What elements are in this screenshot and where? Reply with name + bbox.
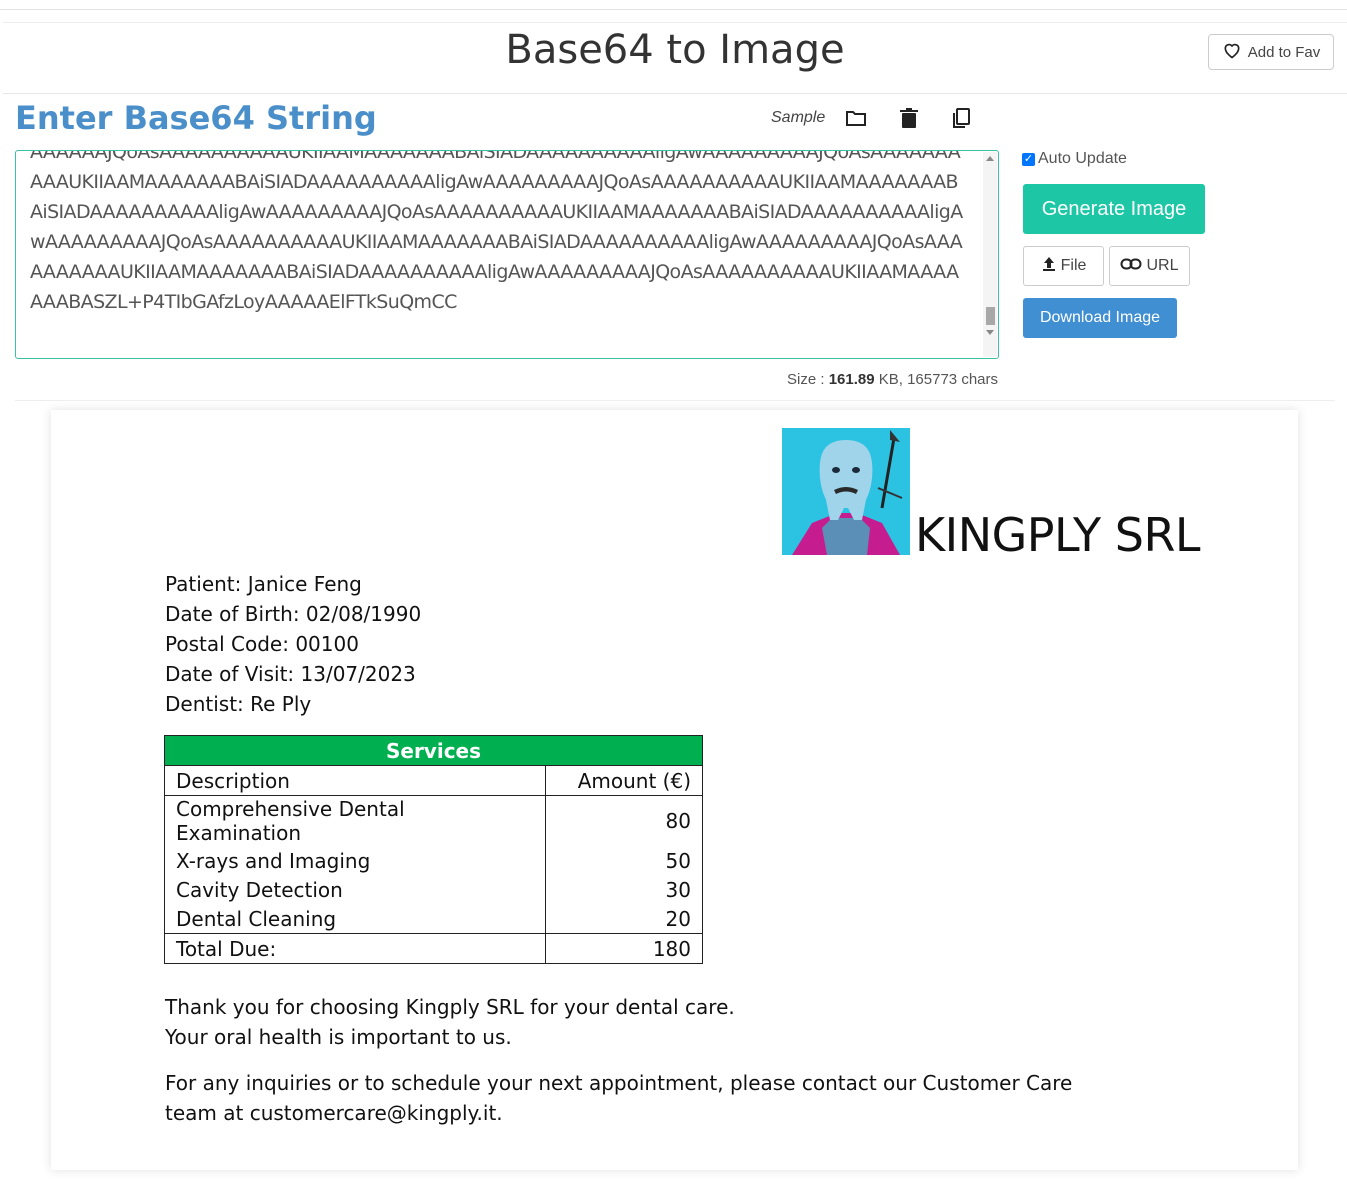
base64-input[interactable]: AAAAAAJQoAsAAAAAAAAAAUKIIAAMAAAAAAABAiSI… <box>15 150 999 359</box>
services-table: Services Description Amount (€) Comprehe… <box>164 735 703 964</box>
trash-icon[interactable] <box>897 106 921 130</box>
service-description: Cavity Detection <box>164 875 546 904</box>
heart-icon <box>1222 40 1242 64</box>
url-button[interactable]: URL <box>1109 246 1190 286</box>
thank-you-line-1: Thank you for choosing Kingply SRL for y… <box>165 995 735 1019</box>
section-title: Enter Base64 String <box>15 99 377 137</box>
total-label: Total Due: <box>164 933 546 964</box>
date-of-birth: Date of Birth: 02/08/1990 <box>165 602 422 626</box>
service-amount: 20 <box>545 904 703 934</box>
size-info: Size : 161.89 KB, 165773 chars <box>620 371 998 388</box>
patient-name: Patient: Janice Feng <box>165 572 362 596</box>
download-image-button[interactable]: Download Image <box>1023 298 1177 338</box>
dentist: Dentist: Re Ply <box>165 692 312 716</box>
size-value: 161.89 <box>828 371 875 388</box>
contact-note: For any inquiries or to schedule your ne… <box>165 1071 1073 1125</box>
scroll-up-icon[interactable] <box>986 156 994 161</box>
content-divider <box>15 400 1335 401</box>
add-to-fav-label: Add to Fav <box>1247 43 1321 61</box>
table-row: Comprehensive Dental Examination 80 <box>164 795 703 846</box>
generate-image-button[interactable]: Generate Image <box>1023 184 1205 234</box>
service-amount: 80 <box>545 795 703 846</box>
decoded-image-preview: KINGPLY SRL Patient: Janice Feng Date of… <box>51 410 1298 1170</box>
services-header: Services <box>164 735 703 766</box>
total-row: Total Due: 180 <box>164 933 703 964</box>
date-of-visit: Date of Visit: 13/07/2023 <box>165 662 416 686</box>
link-icon <box>1120 257 1142 276</box>
total-value: 180 <box>545 933 703 964</box>
sample-link[interactable]: Sample <box>771 109 825 127</box>
size-prefix: Size : <box>787 371 825 388</box>
file-label: File <box>1060 257 1087 274</box>
table-row: Cavity Detection 30 <box>164 875 703 904</box>
url-label: URL <box>1146 257 1179 274</box>
auto-update-checkbox[interactable]: ✓ <box>1022 152 1035 166</box>
service-description: Dental Cleaning <box>164 904 546 934</box>
thank-you-note: Thank you for choosing Kingply SRL for y… <box>165 992 735 1052</box>
size-suffix: KB, 165773 chars <box>878 371 998 388</box>
patient-info: Patient: Janice Feng Date of Birth: 02/0… <box>165 569 421 719</box>
thank-you-line-2: Your oral health is important to us. <box>165 1025 512 1049</box>
table-row: Dental Cleaning 20 <box>164 904 703 934</box>
service-amount: 50 <box>545 846 703 875</box>
service-description: Comprehensive Dental Examination <box>164 795 546 846</box>
base64-input-text: AAAAAAJQoAsAAAAAAAAAAUKIIAAMAAAAAAABAiSI… <box>30 150 963 313</box>
table-row: X-rays and Imaging 50 <box>164 846 703 875</box>
folder-icon[interactable] <box>844 106 868 130</box>
page-title: Base64 to Image <box>505 27 845 73</box>
column-header-amount: Amount (€) <box>545 765 703 796</box>
scroll-down-icon[interactable] <box>986 330 994 335</box>
page-header: Base64 to Image Add to Fav <box>3 22 1347 94</box>
textarea-scrollbar[interactable] <box>983 152 997 357</box>
postal-code: Postal Code: 00100 <box>165 632 359 656</box>
tooth-mascot-logo <box>782 428 910 555</box>
copy-icon[interactable] <box>949 106 973 130</box>
add-to-fav-button[interactable]: Add to Fav <box>1208 34 1334 70</box>
invoice-document: KINGPLY SRL Patient: Janice Feng Date of… <box>51 410 1298 1170</box>
file-upload-button[interactable]: File <box>1023 246 1104 286</box>
service-amount: 30 <box>545 875 703 904</box>
scroll-thumb[interactable] <box>986 307 995 325</box>
top-divider <box>0 9 1347 10</box>
auto-update-label: Auto Update <box>1038 150 1127 167</box>
column-header-description: Description <box>164 765 546 796</box>
company-name: KINGPLY SRL <box>915 508 1201 562</box>
auto-update-toggle[interactable]: ✓ Auto Update <box>1022 150 1127 168</box>
service-description: X-rays and Imaging <box>164 846 546 875</box>
upload-icon <box>1041 256 1057 277</box>
